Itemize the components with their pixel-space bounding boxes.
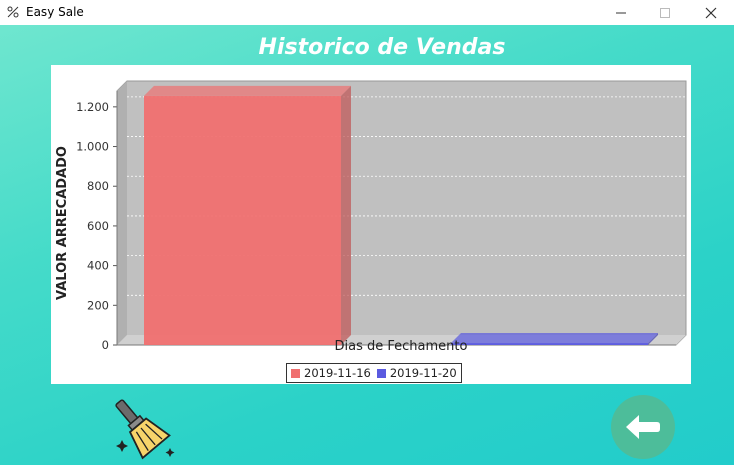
legend-swatch bbox=[376, 368, 386, 378]
close-icon bbox=[705, 7, 717, 18]
legend-item: 2019-11-16 bbox=[291, 366, 371, 380]
main-content: Historico de Vendas 0 200 400 600 800 1.000 1.… bbox=[0, 25, 734, 465]
bar-side-2019-11-16 bbox=[341, 85, 351, 345]
app-icon bbox=[7, 6, 19, 18]
y-tick-label: 600 bbox=[87, 219, 109, 233]
sales-history-chart: 0 200 400 600 800 1.000 1.200 VALOR ARRECADADO D… bbox=[55, 80, 687, 354]
minimize-button[interactable] bbox=[598, 0, 644, 25]
x-axis-label: Dias de Fechamento bbox=[335, 339, 468, 354]
bar-top-2019-11-16 bbox=[144, 85, 351, 96]
chart-panel: 0 200 400 600 800 1.000 1.200 VALOR ARRECADADO D… bbox=[51, 65, 691, 384]
legend-label: 2019-11-20 bbox=[389, 366, 457, 380]
y-axis-label: VALOR ARRECADADO bbox=[55, 146, 70, 300]
bar-2019-11-16 bbox=[144, 95, 341, 345]
close-button[interactable] bbox=[688, 0, 734, 25]
legend-label: 2019-11-16 bbox=[304, 366, 371, 380]
legend-item: 2019-11-20 bbox=[376, 366, 457, 380]
broom-icon bbox=[115, 399, 175, 460]
maximize-button[interactable] bbox=[642, 0, 688, 25]
y-tick-label: 400 bbox=[87, 259, 109, 273]
clear-button[interactable] bbox=[106, 396, 176, 460]
bar-2019-11-20 bbox=[451, 343, 648, 345]
chart-legend: 2019-11-16 2019-11-20 bbox=[286, 363, 462, 383]
y-tick-label: 0 bbox=[102, 338, 109, 352]
minimize-icon bbox=[616, 12, 626, 13]
maximize-icon bbox=[660, 7, 670, 18]
legend-swatch bbox=[291, 368, 300, 378]
back-button[interactable] bbox=[611, 395, 675, 459]
window-titlebar: Easy Sale bbox=[0, 0, 734, 25]
bar-top-2019-11-20 bbox=[451, 333, 658, 344]
y-tick-label: 800 bbox=[87, 179, 109, 193]
y-tick-label: 200 bbox=[87, 298, 109, 312]
plot-left-wall bbox=[117, 81, 127, 345]
y-tick-label: 1.000 bbox=[76, 140, 109, 154]
arrow-left-icon bbox=[626, 415, 660, 439]
window-title: Easy Sale bbox=[26, 5, 84, 19]
page-title: Historico de Vendas bbox=[258, 35, 506, 60]
y-tick-label: 1.200 bbox=[76, 100, 109, 114]
